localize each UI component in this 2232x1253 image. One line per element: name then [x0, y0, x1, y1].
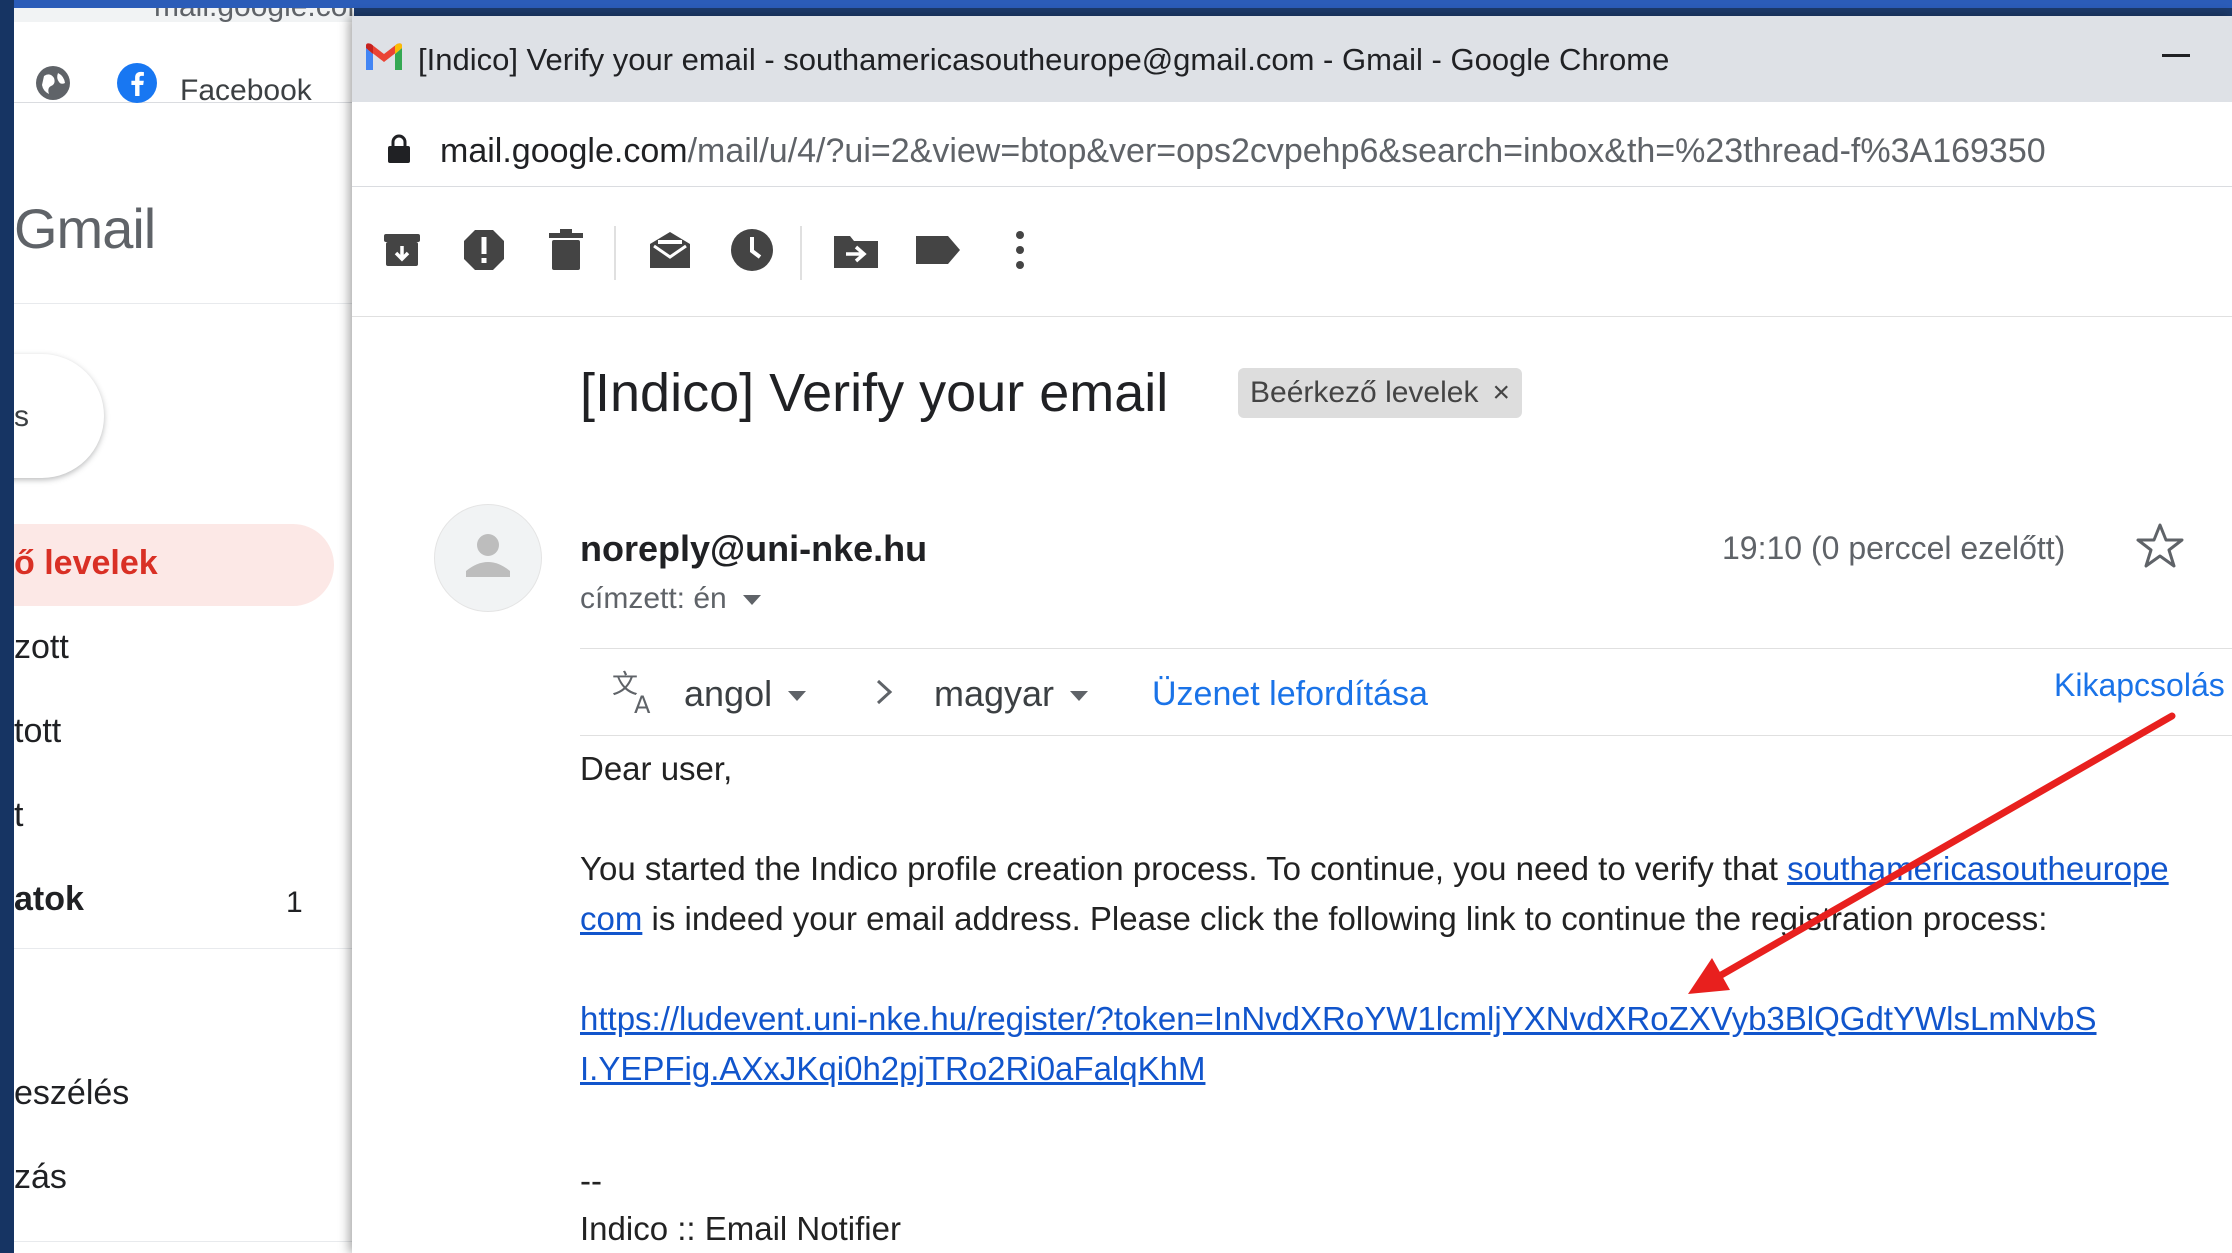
desktop-frame-top — [0, 0, 2232, 8]
translate-icon: 文 A — [612, 670, 651, 717]
gmail-favicon-icon — [366, 43, 402, 70]
nav-item-count: 1 — [286, 886, 303, 919]
lock-icon[interactable] — [386, 134, 412, 164]
nav-item[interactable]: tott — [14, 712, 61, 751]
email-address-link[interactable]: southamericasoutheurope — [1787, 850, 2169, 887]
email-subject: [Indico] Verify your email — [580, 363, 1169, 423]
divider — [14, 948, 354, 949]
chevron-down-icon — [1070, 691, 1089, 702]
recipient-text: címzett: én — [580, 582, 727, 615]
email-toolbar — [352, 186, 2232, 317]
globe-icon[interactable] — [34, 64, 72, 102]
star-icon[interactable] — [2134, 520, 2186, 572]
translate-from-label: angol — [684, 673, 773, 714]
delete-icon[interactable] — [540, 224, 592, 276]
email-paragraph-line: You started the Indico profile creation … — [580, 850, 2169, 888]
nav-item[interactable]: zás — [14, 1158, 67, 1197]
divider — [14, 1241, 354, 1242]
archive-icon[interactable] — [376, 224, 428, 276]
background-address-bar[interactable]: mail.google.com/mail/u/4/#inbox?compose=… — [14, 8, 354, 23]
email-paragraph-text: You started the Indico profile creation … — [580, 850, 1788, 887]
email-address-link-end[interactable]: com — [580, 900, 642, 937]
avatar[interactable] — [434, 504, 542, 612]
translate-to-dropdown[interactable]: magyar — [934, 673, 1089, 715]
email-paragraph-line: com is indeed your email address. Please… — [580, 900, 2047, 938]
background-gmail-window: mail.google.com/mail/u/4/#inbox?compose=… — [14, 8, 354, 1253]
chevron-down-icon — [788, 691, 807, 702]
sender-email[interactable]: noreply@uni-nke.hu — [580, 528, 927, 570]
move-to-icon[interactable] — [830, 224, 882, 276]
popup-chrome-window: [Indico] Verify your email - southameric… — [352, 16, 2232, 1253]
email-timestamp: 19:10 (0 perccel ezelőtt) — [1722, 530, 2066, 566]
email-signature: Indico :: Email Notifier — [580, 1210, 901, 1247]
label-chip-remove[interactable]: × — [1492, 376, 1510, 410]
window-title: [Indico] Verify your email - southameric… — [418, 42, 1670, 77]
translate-to-label: magyar — [934, 673, 1055, 714]
person-icon — [466, 534, 510, 577]
translate-from-dropdown[interactable]: angol — [684, 673, 807, 715]
translate-bar: 文 A angol magyar Üzenet lefordítása Kika… — [580, 648, 2232, 736]
verification-link-continued[interactable]: I.YEPFig.AXxJKqi0h2pjTRo2Ri0aFalqKhM — [580, 1050, 1205, 1088]
chevron-right-icon — [876, 679, 893, 705]
nav-item-inbox[interactable]: ő levelek — [14, 544, 158, 583]
email-greeting: Dear user, — [580, 750, 733, 787]
url-path: /mail/u/4/?ui=2&view=btop&ver=ops2cvpehp… — [687, 132, 2046, 170]
translate-message-link[interactable]: Üzenet lefordítása — [1152, 675, 1428, 714]
url-host: mail.google.com — [440, 132, 688, 170]
desktop-frame-left — [0, 0, 14, 1253]
bookmark-facebook-label[interactable]: Facebook — [180, 74, 312, 108]
minimize-button[interactable] — [2162, 54, 2190, 57]
recipient-line[interactable]: címzett: én — [580, 582, 761, 616]
nav-item[interactable]: zott — [14, 628, 69, 667]
compose-button-label: s — [14, 400, 29, 433]
turn-off-translate-link[interactable]: Kikapcsolás a következő nyelvhez: — [2054, 667, 2232, 704]
label-chip-inbox[interactable]: Beérkező levelek × — [1238, 368, 1522, 418]
svg-text:A: A — [634, 691, 651, 717]
snooze-icon[interactable] — [726, 224, 778, 276]
report-spam-icon[interactable] — [458, 224, 510, 276]
email-paragraph-text: is indeed your email address. Please cli… — [642, 900, 2048, 937]
chevron-down-icon[interactable] — [742, 595, 761, 606]
mark-unread-icon[interactable] — [644, 224, 696, 276]
url-text[interactable]: mail.google.com/mail/u/4/?ui=2&view=btop… — [440, 132, 2046, 171]
divider — [14, 303, 354, 304]
nav-item[interactable]: atok — [14, 880, 84, 919]
facebook-icon[interactable] — [116, 62, 158, 104]
verification-link[interactable]: https://ludevent.uni-nke.hu/register/?to… — [580, 1000, 2097, 1038]
label-chip-text: Beérkező levelek — [1250, 376, 1479, 409]
gmail-logo[interactable]: Gmail — [14, 196, 156, 261]
toolbar-separator — [800, 226, 802, 280]
signature-separator: -- — [580, 1162, 602, 1199]
toolbar-separator — [614, 226, 616, 280]
nav-item[interactable]: t — [14, 796, 23, 835]
label-icon[interactable] — [912, 224, 964, 276]
nav-item[interactable]: eszélés — [14, 1074, 129, 1113]
more-icon[interactable] — [994, 224, 1046, 276]
